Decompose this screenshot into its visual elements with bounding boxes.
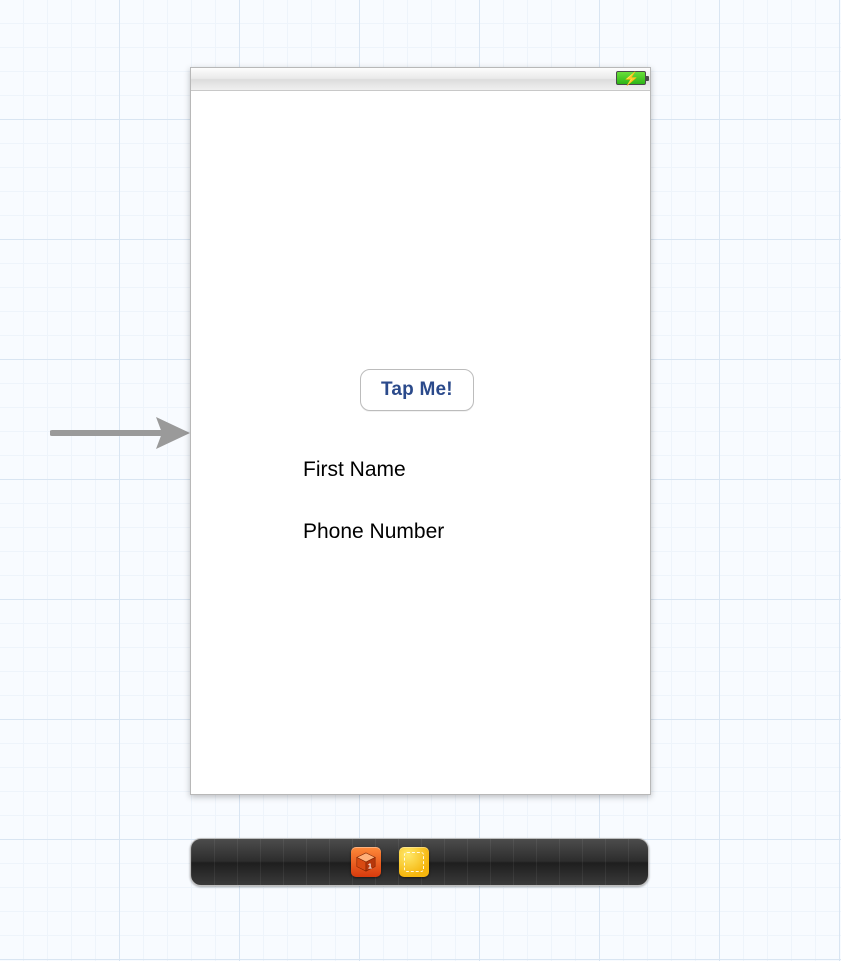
phone-number-label[interactable]: Phone Number: [303, 520, 444, 544]
svg-text:1: 1: [368, 861, 372, 870]
first-name-label[interactable]: First Name: [303, 458, 406, 482]
arrow-right-icon: [50, 415, 190, 451]
tap-me-button[interactable]: Tap Me!: [360, 369, 474, 411]
segue-arrow[interactable]: [50, 415, 190, 451]
cube-icon: 1: [355, 851, 377, 873]
battery-charging-icon: ⚡: [616, 71, 646, 85]
scene-dock[interactable]: 1: [190, 838, 649, 886]
status-bar: ⚡: [191, 68, 650, 91]
exit-icon[interactable]: [399, 847, 429, 877]
root-view[interactable]: Tap Me! First Name Phone Number: [191, 91, 650, 794]
view-controller-scene[interactable]: ⚡ Tap Me! First Name Phone Number: [190, 67, 651, 795]
first-responder-icon[interactable]: 1: [351, 847, 381, 877]
